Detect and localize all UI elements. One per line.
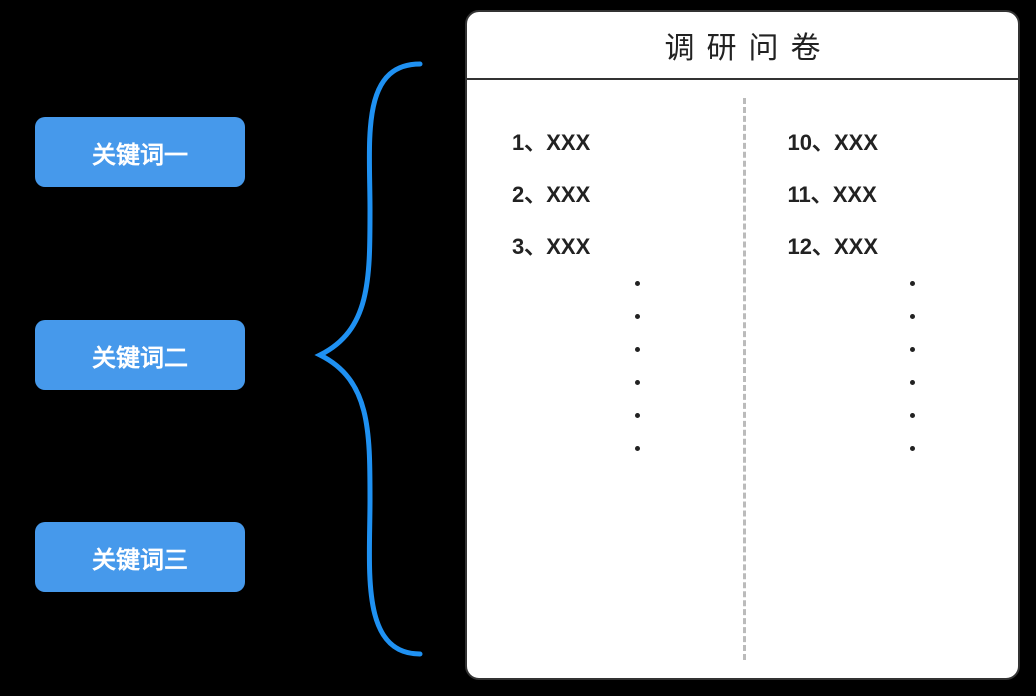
- questionnaire-panel: 调研问卷 1、XXX 2、XXX 3、XXX 10、XXX 11、XXX 12、…: [465, 10, 1020, 680]
- question-item: 1、XXX: [512, 125, 713, 157]
- keyword-box-3: 关键词三: [35, 522, 245, 592]
- keyword-label-2: 关键词二: [92, 338, 188, 373]
- dot-icon: [910, 347, 915, 352]
- ellipsis-dots: [838, 281, 989, 479]
- question-item: 11、XXX: [788, 177, 989, 209]
- dot-icon: [635, 347, 640, 352]
- dot-icon: [910, 314, 915, 319]
- question-item: 10、XXX: [788, 125, 989, 157]
- vertical-divider: [743, 98, 746, 660]
- keyword-label-1: 关键词一: [92, 135, 188, 170]
- panel-left-column: 1、XXX 2、XXX 3、XXX: [467, 80, 743, 678]
- panel-right-column: 10、XXX 11、XXX 12、XXX: [743, 80, 1019, 678]
- brace-icon: [280, 60, 430, 650]
- ellipsis-dots: [562, 281, 713, 479]
- dot-icon: [910, 446, 915, 451]
- panel-body: 1、XXX 2、XXX 3、XXX 10、XXX 11、XXX 12、XXX: [467, 80, 1018, 678]
- keyword-label-3: 关键词三: [92, 540, 188, 575]
- keyword-box-2: 关键词二: [35, 320, 245, 390]
- dot-icon: [635, 413, 640, 418]
- dot-icon: [635, 380, 640, 385]
- dot-icon: [635, 314, 640, 319]
- question-item: 3、XXX: [512, 229, 713, 261]
- question-item: 12、XXX: [788, 229, 989, 261]
- dot-icon: [635, 281, 640, 286]
- question-item: 2、XXX: [512, 177, 713, 209]
- dot-icon: [910, 380, 915, 385]
- dot-icon: [635, 446, 640, 451]
- panel-title: 调研问卷: [467, 12, 1018, 80]
- dot-icon: [910, 413, 915, 418]
- keyword-box-1: 关键词一: [35, 117, 245, 187]
- dot-icon: [910, 281, 915, 286]
